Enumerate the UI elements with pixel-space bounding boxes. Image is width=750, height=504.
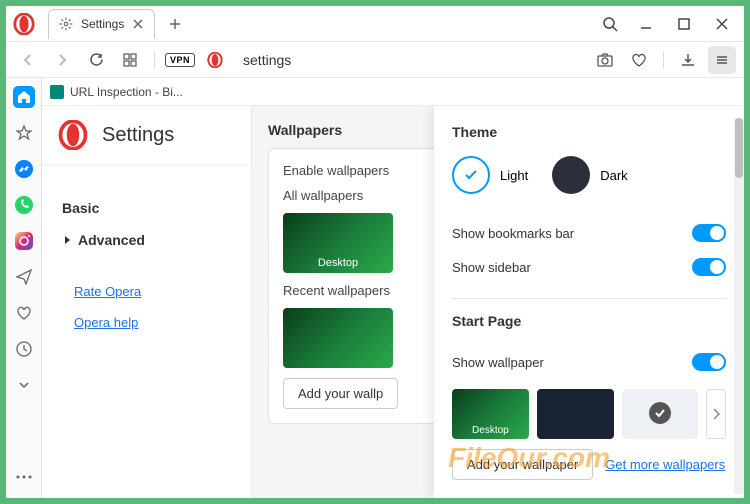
page-title: Settings — [102, 124, 174, 147]
show-bookmarks-toggle: Show bookmarks bar — [452, 216, 726, 250]
wallpaper-actions: Add your wallpaper Get more wallpapers — [452, 449, 726, 480]
theme-heading: Theme — [452, 124, 726, 140]
next-wallpapers-button[interactable] — [706, 389, 726, 439]
add-wallpaper-button[interactable]: Add your wallpaper — [452, 449, 593, 480]
browser-window: Settings VPN settings — [6, 6, 744, 498]
settings-nav: Basic Advanced Rate Opera Opera help — [42, 164, 251, 366]
bookmarks-icon[interactable] — [13, 122, 35, 144]
rate-opera-link[interactable]: Rate Opera — [58, 276, 235, 307]
wallpaper-picker: Desktop — [452, 389, 726, 439]
divider — [452, 298, 726, 299]
maximize-button[interactable] — [666, 6, 702, 42]
check-icon — [452, 156, 490, 194]
downloads-button[interactable] — [674, 46, 702, 74]
more-icon[interactable] — [13, 466, 35, 488]
wallpaper-option[interactable] — [537, 389, 614, 439]
check-icon — [649, 402, 671, 424]
wallpaper-option-selected[interactable] — [622, 389, 699, 439]
snapshot-button[interactable] — [591, 46, 619, 74]
easy-setup-button[interactable] — [708, 46, 736, 74]
send-icon[interactable] — [13, 266, 35, 288]
start-page-heading: Start Page — [452, 313, 726, 329]
close-icon[interactable] — [132, 18, 144, 30]
toolbar: VPN settings — [6, 42, 744, 78]
titlebar: Settings — [6, 6, 744, 42]
wallpaper-thumbnail[interactable]: Desktop — [283, 213, 393, 273]
wallpaper-thumbnail[interactable] — [283, 308, 393, 368]
home-icon[interactable] — [13, 86, 35, 108]
nav-advanced[interactable]: Advanced — [58, 224, 235, 256]
show-wallpaper-toggle: Show wallpaper — [452, 345, 726, 379]
divider — [154, 51, 155, 69]
opera-help-link[interactable]: Opera help — [58, 307, 235, 338]
caret-right-icon — [62, 235, 72, 245]
content-area: URL Inspection - Bi... Settings Basic Ad… — [42, 78, 744, 498]
forward-button[interactable] — [48, 46, 76, 74]
heart-button[interactable] — [625, 46, 653, 74]
whatsapp-icon[interactable] — [13, 194, 35, 216]
close-button[interactable] — [704, 6, 740, 42]
heart-sidebar-icon[interactable] — [13, 302, 35, 324]
opera-logo-icon — [58, 120, 88, 150]
new-tab-button[interactable] — [163, 12, 187, 36]
chevron-down-icon[interactable] — [13, 374, 35, 396]
tab-title: Settings — [81, 17, 124, 31]
window-controls — [628, 6, 744, 42]
tab-settings[interactable]: Settings — [48, 9, 155, 39]
get-more-wallpapers-link[interactable]: Get more wallpapers — [605, 457, 725, 472]
show-sidebar-toggle: Show sidebar — [452, 250, 726, 284]
main-area: URL Inspection - Bi... Settings Basic Ad… — [6, 78, 744, 498]
vpn-badge[interactable]: VPN — [165, 53, 195, 67]
opera-menu-button[interactable] — [6, 6, 42, 42]
dark-circle-icon — [552, 156, 590, 194]
easy-setup-panel: Theme Light Dark Show bookmarks bar — [434, 106, 744, 498]
theme-dark[interactable]: Dark — [552, 156, 627, 194]
back-button[interactable] — [14, 46, 42, 74]
bing-icon — [50, 85, 64, 99]
bookmark-bar: URL Inspection - Bi... — [42, 78, 744, 106]
messenger-icon[interactable] — [13, 158, 35, 180]
history-icon[interactable] — [13, 338, 35, 360]
divider — [663, 51, 664, 69]
toggle-switch[interactable] — [692, 258, 726, 276]
theme-light[interactable]: Light — [452, 156, 528, 194]
opera-icon — [201, 46, 229, 74]
reload-button[interactable] — [82, 46, 110, 74]
nav-basic[interactable]: Basic — [58, 192, 235, 224]
theme-selector: Light Dark — [452, 156, 726, 194]
bookmark-item[interactable]: URL Inspection - Bi... — [70, 85, 183, 99]
search-button[interactable] — [592, 6, 628, 42]
scrollbar-thumb[interactable] — [735, 118, 743, 178]
toggle-switch[interactable] — [692, 353, 726, 371]
toggle-switch[interactable] — [692, 224, 726, 242]
scrollbar-track[interactable] — [734, 118, 744, 494]
settings-sidebar: Settings Basic Advanced Rate Opera Opera… — [42, 106, 252, 498]
sidebar — [6, 78, 42, 498]
instagram-icon[interactable] — [13, 230, 35, 252]
address-bar[interactable]: settings — [235, 52, 585, 68]
bigger-tiles-row: Use bigger tiles — [452, 490, 726, 498]
settings-header: Settings — [42, 106, 251, 164]
minimize-button[interactable] — [628, 6, 664, 42]
settings-body: Settings Basic Advanced Rate Opera Opera… — [42, 106, 744, 498]
gear-icon — [59, 17, 73, 31]
speed-dial-button[interactable] — [116, 46, 144, 74]
add-wallpaper-button[interactable]: Add your wallp — [283, 378, 398, 409]
wallpaper-option[interactable]: Desktop — [452, 389, 529, 439]
